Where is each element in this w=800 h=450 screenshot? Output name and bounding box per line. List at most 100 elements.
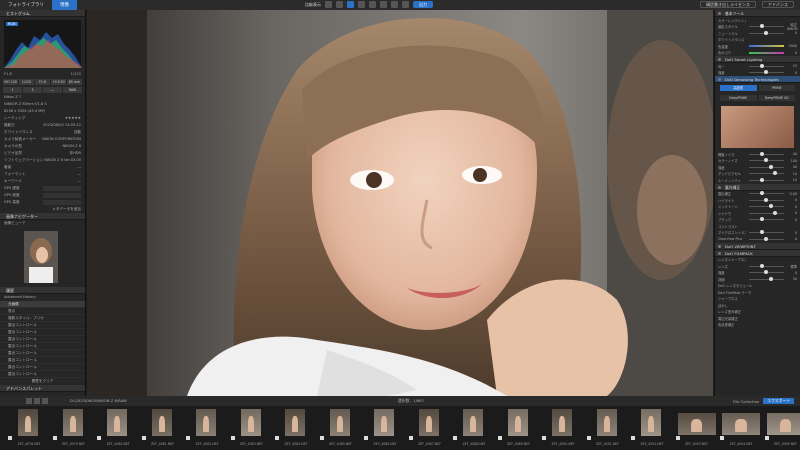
slider-track[interactable] xyxy=(749,276,784,281)
select-checkbox[interactable] xyxy=(230,436,235,440)
filmstrip-thumbnail[interactable] xyxy=(196,409,216,436)
select-checkbox[interactable] xyxy=(186,436,190,440)
advanced-button[interactable]: アドバンス xyxy=(761,1,794,8)
clear-history-button[interactable]: 履歴をクリア xyxy=(0,378,85,385)
slider-track[interactable] xyxy=(749,63,784,68)
history-header[interactable]: 履歴 xyxy=(0,287,85,294)
denoise-preview[interactable] xyxy=(721,106,794,148)
filmstrip-item[interactable]: ZEF_4078.NEF xyxy=(8,409,50,447)
select-checkbox[interactable] xyxy=(497,436,502,440)
denoise-deepprime-button[interactable]: DeepPRIME xyxy=(720,95,757,101)
slider-track[interactable] xyxy=(749,230,784,235)
select-checkbox[interactable] xyxy=(8,436,12,440)
history-item[interactable]: 露出コントロール xyxy=(0,371,85,378)
history-item[interactable]: 撮影スタイル：プリセ xyxy=(0,315,85,322)
slider-track[interactable] xyxy=(749,210,784,215)
filmstrip-item[interactable]: ZEF_4090.NEF xyxy=(542,409,584,447)
slider-knob[interactable] xyxy=(759,263,764,268)
filmstrip-thumbnail[interactable] xyxy=(374,409,394,436)
filter-icon[interactable] xyxy=(26,398,32,404)
slider-knob[interactable] xyxy=(768,204,773,209)
filmstrip-item[interactable]: ZEF_4088.NEF xyxy=(453,409,495,447)
smart-lighting-header[interactable]: DxO Smart Lighting xyxy=(715,56,800,63)
slider-track[interactable] xyxy=(749,70,784,75)
denoise-deepprime-xd-button[interactable]: DeepPRIME XD xyxy=(758,95,795,101)
slider-track[interactable] xyxy=(749,151,784,156)
filmstrip-thumbnail[interactable] xyxy=(107,409,127,436)
tool-3-button[interactable]: 3 xyxy=(23,87,42,93)
straighten-icon[interactable] xyxy=(358,1,365,8)
select-checkbox[interactable] xyxy=(275,436,279,440)
filmstrip-item[interactable]: ZEF_4086.NEF xyxy=(364,409,406,447)
export-button[interactable]: 出力 xyxy=(413,1,433,8)
filmstrip-item[interactable]: ZEF_4089.NEF xyxy=(497,409,540,447)
basic-tools-header[interactable]: 基本ツール xyxy=(715,10,800,17)
select-checkbox[interactable] xyxy=(319,436,324,440)
filmstrip-item[interactable]: ZEF_4080.NEF xyxy=(97,409,139,447)
advanced-palette-header[interactable]: アドバンスパレット xyxy=(0,385,85,392)
slider-knob[interactable] xyxy=(768,164,773,169)
slider-knob[interactable] xyxy=(759,24,764,29)
filmstrip-thumbnail[interactable] xyxy=(677,413,716,435)
gps-field[interactable] xyxy=(43,193,81,198)
history-item[interactable]: 表示 xyxy=(0,308,85,315)
raw-button[interactable]: RAW xyxy=(63,87,82,93)
slider-track[interactable] xyxy=(749,236,784,241)
select-checkbox[interactable] xyxy=(408,436,413,440)
slider-track[interactable] xyxy=(749,204,784,209)
slider-knob[interactable] xyxy=(764,197,769,202)
exposure-header[interactable]: 露光補正 xyxy=(715,183,800,191)
filmstrip-thumbnail[interactable] xyxy=(722,413,760,435)
slider-track[interactable] xyxy=(749,30,784,35)
slider-knob[interactable] xyxy=(764,270,769,275)
history-item[interactable]: 露出コントロール xyxy=(0,343,85,350)
slider-knob[interactable] xyxy=(764,70,769,75)
filmstrip-thumbnail[interactable] xyxy=(418,409,439,436)
filmstrip-thumbnail[interactable] xyxy=(552,409,572,436)
slider-track[interactable] xyxy=(749,158,784,163)
filmstrip-thumbnail[interactable] xyxy=(766,413,800,435)
select-checkbox[interactable] xyxy=(720,436,724,440)
denoise-header[interactable]: DxO Denoising Technologies xyxy=(715,76,800,83)
history-item[interactable]: 露出コントロール xyxy=(0,364,85,371)
filmstrip-thumbnail[interactable] xyxy=(240,409,261,436)
filmstrip-item[interactable]: ZEF_4087.NEF xyxy=(408,409,451,447)
slider-knob[interactable] xyxy=(764,30,769,35)
filmstrip-thumbnail[interactable] xyxy=(151,409,172,436)
filmstrip-thumbnail[interactable] xyxy=(507,409,528,436)
slider-track[interactable] xyxy=(749,270,784,275)
license-button[interactable]: 構造書き出しライセンス xyxy=(699,1,756,8)
slider-knob[interactable] xyxy=(760,177,765,182)
select-checkbox[interactable] xyxy=(542,436,546,440)
eyedropper-icon[interactable] xyxy=(402,1,409,8)
crop-icon[interactable] xyxy=(347,1,354,8)
filmstrip-item[interactable]: ZEF_4079.NEF xyxy=(52,409,95,447)
slider-knob[interactable] xyxy=(764,158,769,163)
filmstrip-thumbnail[interactable] xyxy=(596,409,617,436)
slider-knob[interactable] xyxy=(759,191,764,196)
filmstrip-item[interactable]: ZEF_4084.NEF xyxy=(275,409,317,447)
filmstrip-item[interactable]: ZEF_4092.NEF xyxy=(631,409,673,447)
grid-icon[interactable] xyxy=(336,1,343,8)
slider-track[interactable] xyxy=(749,164,784,169)
histogram-header[interactable]: ヒストグラム xyxy=(0,10,85,17)
select-checkbox[interactable] xyxy=(631,436,635,440)
filmstrip-item[interactable]: ZEF_4081.NEF xyxy=(141,409,184,447)
sort-icon[interactable] xyxy=(34,398,40,404)
history-item[interactable]: 露出コントロール xyxy=(0,322,85,329)
slider-track[interactable] xyxy=(749,171,784,176)
file-collection-label[interactable]: File Collection xyxy=(733,399,759,404)
filmstrip-item[interactable]: ZEF_4091.NEF xyxy=(586,409,629,447)
filmstrip-thumbnail[interactable] xyxy=(641,409,661,436)
filmstrip-item[interactable]: ZEF_4094.NEF xyxy=(720,409,762,447)
slider-knob[interactable] xyxy=(764,236,769,241)
history-item[interactable]: 元画像 xyxy=(0,301,85,308)
select-checkbox[interactable] xyxy=(764,436,769,440)
compare-label[interactable]: 比較表示 xyxy=(305,2,321,8)
select-checkbox[interactable] xyxy=(141,436,146,440)
select-checkbox[interactable] xyxy=(52,436,57,440)
export-disk-button[interactable]: エクスポート xyxy=(763,398,794,404)
navigator-header[interactable]: 画像ナビゲーター xyxy=(0,213,85,220)
filmstrip-thumbnail[interactable] xyxy=(62,409,83,436)
select-checkbox[interactable] xyxy=(675,436,680,440)
